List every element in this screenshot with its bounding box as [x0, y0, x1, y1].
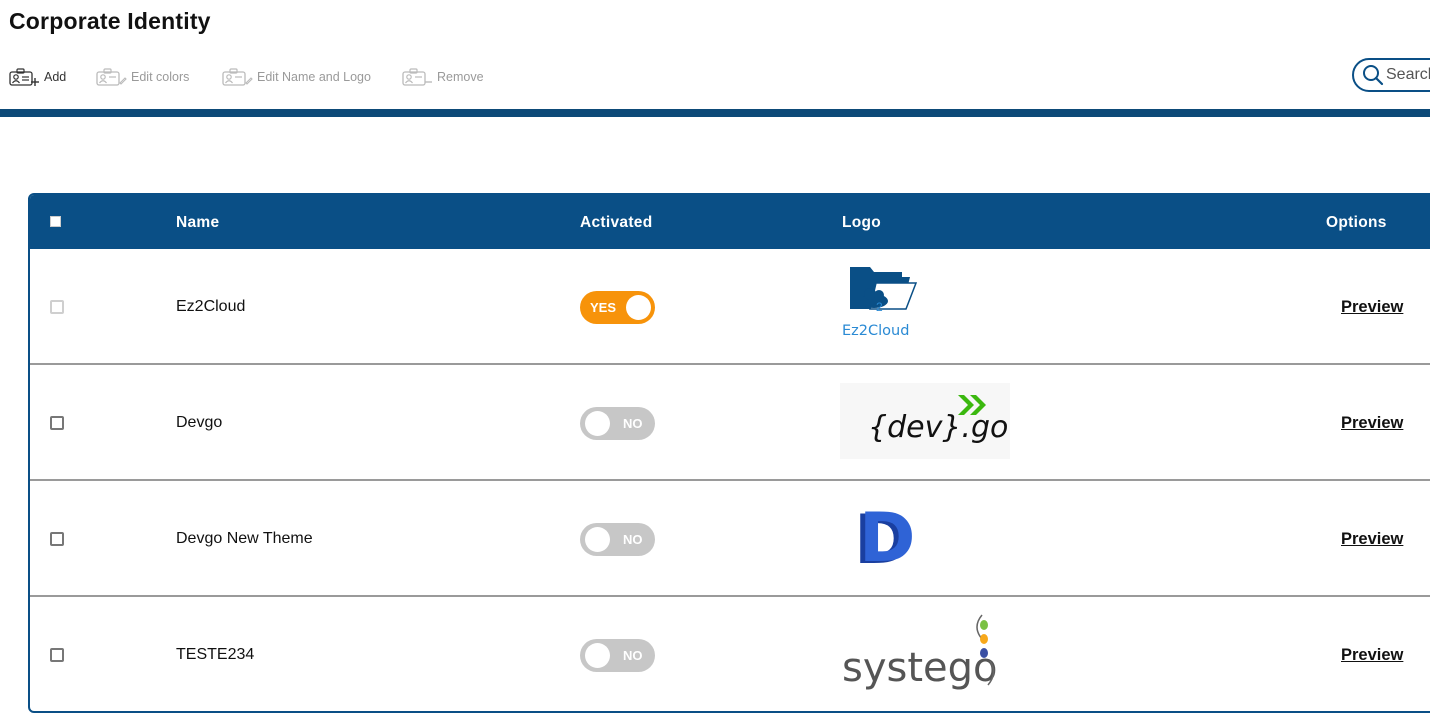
toggle-label: NO — [623, 532, 643, 547]
column-header-options: Options — [1326, 214, 1387, 231]
toggle-knob — [585, 643, 610, 668]
toggle-label: NO — [623, 648, 643, 663]
logo-text: {dev}.go — [868, 410, 1008, 445]
remove-button[interactable]: Remove — [402, 64, 484, 90]
row-checkbox[interactable] — [50, 532, 64, 546]
preview-link[interactable]: Preview — [1341, 298, 1403, 317]
edit-colors-button[interactable]: Edit colors — [96, 64, 189, 90]
toggle-knob — [626, 295, 651, 320]
table-row[interactable]: Devgo NO {dev}.go Preview — [30, 365, 1430, 481]
column-header-logo: Logo — [842, 214, 882, 231]
devgo-new-theme-logo: D D — [840, 499, 920, 582]
remove-user-card-icon — [402, 68, 432, 86]
table-row[interactable]: Ez2Cloud YES 2 Ez2Cloud Preview — [30, 249, 1430, 365]
edit-colors-icon — [96, 68, 127, 86]
edit-name-logo-icon — [222, 68, 253, 86]
edit-name-logo-button[interactable]: Edit Name and Logo — [222, 64, 371, 90]
remove-label: Remove — [437, 70, 484, 84]
activated-toggle[interactable]: NO — [580, 523, 655, 556]
table-row[interactable]: TESTE234 NO systego Preview — [30, 597, 1430, 711]
search-icon[interactable] — [1362, 64, 1384, 86]
ez2cloud-logo: 2 Ez2Cloud — [840, 263, 920, 348]
row-name: TESTE234 — [176, 646, 255, 663]
search-box — [1352, 58, 1430, 92]
activated-toggle[interactable]: NO — [580, 639, 655, 672]
activated-toggle[interactable]: YES — [580, 291, 655, 324]
activated-toggle[interactable]: NO — [580, 407, 655, 440]
devgo-logo: {dev}.go — [840, 383, 1010, 468]
add-user-card-icon — [9, 68, 39, 86]
toggle-label: YES — [590, 300, 617, 315]
add-label: Add — [44, 70, 67, 84]
row-name: Ez2Cloud — [176, 298, 246, 315]
svg-text:D: D — [859, 501, 915, 577]
edit-colors-label: Edit colors — [131, 70, 190, 84]
row-checkbox[interactable] — [50, 300, 64, 314]
row-name: Devgo — [176, 414, 223, 431]
toggle-label: NO — [623, 416, 643, 431]
row-name: Devgo New Theme — [176, 530, 313, 547]
logo-text: Ez2Cloud — [842, 323, 909, 339]
systego-logo: systego — [840, 611, 1010, 700]
table-row[interactable]: Devgo New Theme NO D D Preview — [30, 481, 1430, 597]
corporate-identity-table: Name Activated Logo Options Ez2Cloud YES… — [28, 193, 1430, 713]
table-header: Name Activated Logo Options — [30, 195, 1430, 249]
preview-link[interactable]: Preview — [1341, 414, 1403, 433]
logo-text: systego — [842, 645, 998, 691]
row-checkbox[interactable] — [50, 648, 64, 662]
row-checkbox[interactable] — [50, 416, 64, 430]
column-header-activated[interactable]: Activated — [580, 195, 652, 249]
select-all-checkbox[interactable] — [50, 216, 61, 227]
page-title: Corporate Identity — [9, 8, 211, 34]
toggle-knob — [585, 527, 610, 552]
search-input[interactable] — [1384, 66, 1430, 84]
column-header-name[interactable]: Name — [176, 195, 219, 249]
preview-link[interactable]: Preview — [1341, 530, 1403, 549]
preview-link[interactable]: Preview — [1341, 646, 1403, 665]
edit-name-logo-label: Edit Name and Logo — [257, 70, 371, 84]
svg-text:2: 2 — [876, 300, 883, 314]
add-button[interactable]: Add — [9, 64, 66, 90]
toggle-knob — [585, 411, 610, 436]
header-divider — [0, 109, 1430, 117]
